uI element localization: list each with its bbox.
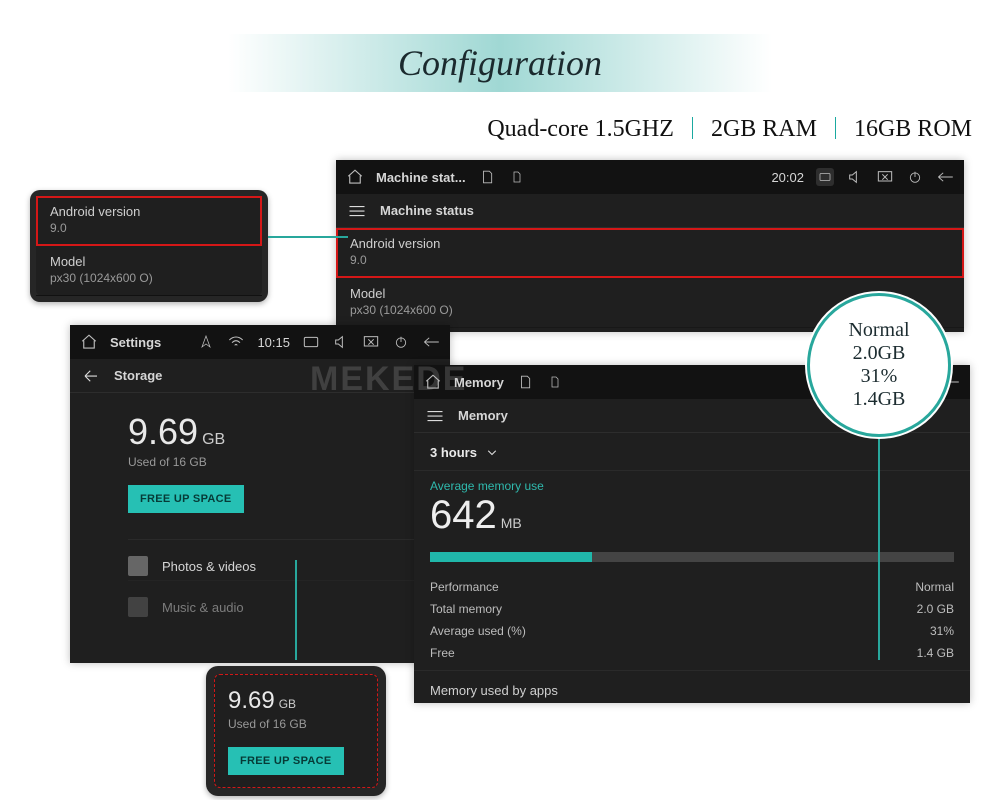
- free-up-space-button[interactable]: FREE UP SPACE: [228, 747, 344, 775]
- spec-sep: [835, 117, 836, 139]
- avg-memory-label: Average memory use: [414, 471, 970, 493]
- app-title: Machine stat...: [376, 170, 466, 185]
- clock: 20:02: [771, 170, 804, 185]
- app-title: Memory: [454, 375, 504, 390]
- callout-android-version: Android version 9.0 Model px30 (1024x600…: [30, 190, 268, 302]
- row-android-version[interactable]: Android version 9.0: [336, 228, 964, 278]
- volume-icon[interactable]: [846, 168, 864, 186]
- row-label: Android version: [50, 204, 248, 219]
- music-icon: [128, 597, 148, 617]
- screenshot-icon[interactable]: [302, 333, 320, 351]
- back-icon[interactable]: [936, 168, 954, 186]
- row-android-version: Android version 9.0: [36, 196, 262, 246]
- list-item-label: Music & audio: [162, 600, 244, 615]
- menu-icon[interactable]: [426, 409, 444, 423]
- list-item[interactable]: Photos & videos: [128, 539, 450, 580]
- status-bar: Machine stat... 20:02: [336, 160, 964, 194]
- power-icon[interactable]: [906, 168, 924, 186]
- panel-storage: Settings 10:15 Storage 9.69GB Used of 16…: [70, 325, 450, 663]
- memory-bar: [430, 552, 954, 562]
- callout-memory: Normal 2.0GB 31% 1.4GB: [807, 293, 951, 437]
- kv-row: Total memory2.0 GB: [414, 598, 970, 620]
- sd-icon: [516, 373, 534, 391]
- connector-line: [268, 236, 348, 238]
- app-title: Settings: [110, 335, 161, 350]
- home-icon[interactable]: [424, 373, 442, 391]
- back-arrow-icon[interactable]: [82, 369, 100, 383]
- list-item[interactable]: Music & audio: [128, 580, 450, 621]
- sub-bar: Storage: [70, 359, 450, 393]
- spec-line: Quad-core 1.5GHZ 2GB RAM 16GB ROM: [0, 116, 972, 143]
- photos-icon: [128, 556, 148, 576]
- sub-title: Machine status: [380, 203, 474, 218]
- page-title: Configuration: [228, 34, 772, 92]
- storage-used-value: 9.69GB: [228, 687, 296, 715]
- row-value: 9.0: [50, 221, 248, 235]
- mute-icon[interactable]: [362, 333, 380, 351]
- home-icon[interactable]: [80, 333, 98, 351]
- kv-row: Free1.4 GB: [414, 642, 970, 664]
- gps-icon: [197, 333, 215, 351]
- spec-sep: [692, 117, 693, 139]
- screenshot-icon[interactable]: [816, 168, 834, 186]
- callout-line: 1.4GB: [853, 388, 906, 411]
- sim-icon: [546, 373, 564, 391]
- sub-bar: Machine status: [336, 194, 964, 228]
- row-label: Android version: [350, 236, 950, 251]
- wifi-icon: [227, 333, 245, 351]
- power-icon[interactable]: [392, 333, 410, 351]
- spec-cpu: Quad-core 1.5GHZ: [487, 116, 674, 142]
- kv-row: Average used (%)31%: [414, 620, 970, 642]
- free-up-space-button[interactable]: FREE UP SPACE: [128, 485, 244, 513]
- spec-rom: 16GB ROM: [854, 116, 972, 142]
- volume-icon[interactable]: [332, 333, 350, 351]
- callout-line: Normal: [848, 319, 909, 342]
- list-item-label: Photos & videos: [162, 559, 256, 574]
- menu-icon[interactable]: [348, 204, 366, 218]
- mute-icon[interactable]: [876, 168, 894, 186]
- connector-line: [295, 560, 297, 660]
- callout-line: 31%: [861, 365, 898, 388]
- sub-title: Memory: [458, 408, 508, 423]
- memory-footer[interactable]: Memory used by apps: [414, 670, 970, 700]
- range-selector[interactable]: 3 hours: [414, 433, 970, 470]
- callout-line: 2.0GB: [853, 342, 906, 365]
- sim-icon: [508, 168, 526, 186]
- row-label: Model: [50, 254, 248, 269]
- spec-ram: 2GB RAM: [711, 116, 817, 142]
- storage-used-sub: Used of 16 GB: [128, 455, 450, 469]
- row-value: 9.0: [350, 253, 950, 267]
- clock: 10:15: [257, 335, 290, 350]
- avg-memory-value: 642MB: [414, 493, 970, 548]
- status-bar: Settings 10:15: [70, 325, 450, 359]
- back-icon[interactable]: [422, 333, 440, 351]
- row-model: Model px30 (1024x600 O): [36, 246, 262, 296]
- memory-bar-fill: [430, 552, 592, 562]
- home-icon[interactable]: [346, 168, 364, 186]
- storage-used-value: 9.69GB: [128, 411, 225, 453]
- row-value: px30 (1024x600 O): [50, 271, 248, 285]
- storage-used-sub: Used of 16 GB: [228, 717, 364, 731]
- sub-title: Storage: [114, 368, 162, 383]
- callout-storage: 9.69GB Used of 16 GB FREE UP SPACE: [206, 666, 386, 796]
- chevron-down-icon: [487, 450, 497, 456]
- sd-icon: [478, 168, 496, 186]
- kv-row: PerformanceNormal: [414, 576, 970, 598]
- connector-line: [878, 430, 880, 660]
